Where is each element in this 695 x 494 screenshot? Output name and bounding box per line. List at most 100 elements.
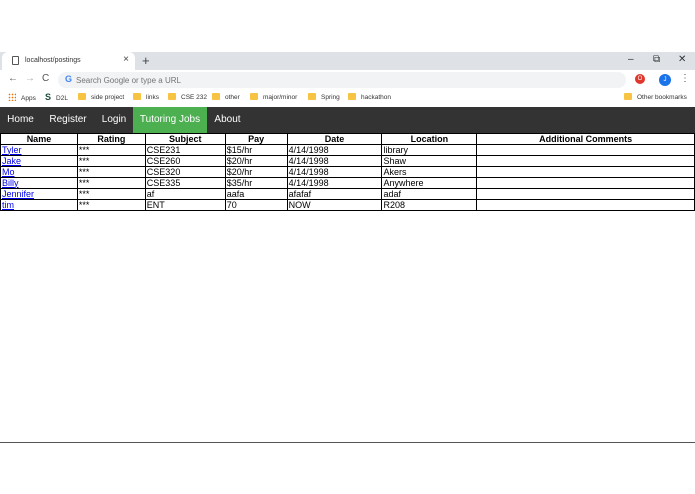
cell-name: Billy — [0, 177, 78, 189]
cell-rating: *** — [76, 144, 146, 156]
bookmark-folder[interactable]: Spring — [308, 93, 340, 101]
cell-pay: $35/hr — [224, 177, 288, 189]
cell-name: Jake — [0, 155, 78, 167]
cell-pay: $20/hr — [224, 166, 288, 178]
header-rating: Rating — [76, 133, 146, 145]
cell-location: adaf — [381, 188, 478, 200]
bookmark-folder[interactable]: other — [212, 93, 240, 101]
bookmark-apps[interactable]: Apps — [8, 93, 36, 102]
browser-toolbar: ← → C G — [0, 70, 695, 90]
tab-strip: localhost/postings × + – ⧉ ✕ — [0, 52, 695, 70]
opera-icon[interactable]: O — [635, 74, 645, 84]
tutor-name-link[interactable]: Tyler — [2, 145, 22, 155]
bookmark-folder[interactable]: side project — [78, 93, 124, 101]
tutor-name-link[interactable]: Mo — [2, 167, 15, 177]
bookmark-folder[interactable]: CSE 232 — [168, 93, 207, 101]
tutor-name-link[interactable]: Jake — [2, 156, 21, 166]
nav-register[interactable]: Register — [41, 107, 95, 133]
avatar[interactable]: J — [659, 74, 671, 86]
cell-pay: $20/hr — [224, 155, 288, 167]
bottom-divider — [0, 442, 695, 443]
d2l-icon: S — [45, 92, 52, 102]
header-subject: Subject — [144, 133, 226, 145]
table-row: Jennifer *** af aafa afafaf adaf — [0, 188, 695, 200]
new-tab-button[interactable]: + — [142, 52, 150, 70]
header-location: Location — [381, 133, 478, 145]
cell-location: R208 — [381, 199, 478, 211]
forward-arrow-icon[interactable]: → — [25, 73, 35, 84]
cell-rating: *** — [76, 188, 146, 200]
tutor-name-link[interactable]: Jennifer — [2, 189, 34, 199]
bookmark-label: Spring — [321, 94, 340, 101]
nav-home[interactable]: Home — [0, 107, 41, 133]
header-name: Name — [0, 133, 78, 145]
header-date: Date — [286, 133, 383, 145]
bookmark-label: hackathon — [361, 94, 391, 101]
cell-name: Jennifer — [0, 188, 78, 200]
bookmark-label: links — [146, 94, 160, 101]
apps-grid-icon — [8, 93, 16, 101]
nav-tutoring-jobs[interactable]: Tutoring Jobs — [133, 107, 207, 133]
table-row: Tyler *** CSE231 $15/hr 4/14/1998 librar… — [0, 144, 695, 156]
cell-location: Shaw — [381, 155, 478, 167]
restore-icon[interactable]: ⧉ — [653, 52, 660, 68]
cell-subject: CSE231 — [144, 144, 226, 156]
header-additional-comments: Additional Comments — [476, 133, 695, 145]
folder-icon — [348, 93, 356, 100]
cell-comments — [476, 199, 695, 211]
cell-name: Tyler — [0, 144, 78, 156]
minimize-icon[interactable]: – — [628, 52, 634, 68]
table-row: Mo *** CSE320 $20/hr 4/14/1998 Akers — [0, 166, 695, 178]
cell-date: 4/14/1998 — [286, 166, 383, 178]
site-nav: Home Register Login Tutoring Jobs About — [0, 107, 695, 133]
close-window-icon[interactable]: ✕ — [678, 52, 686, 68]
menu-icon[interactable]: ⋮ — [680, 73, 690, 84]
back-arrow-icon[interactable]: ← — [8, 73, 18, 84]
bookmark-label: other — [225, 94, 240, 101]
nav-about[interactable]: About — [207, 107, 248, 133]
folder-icon — [78, 93, 86, 100]
cell-date: NOW — [286, 199, 383, 211]
bookmark-other[interactable]: Other bookmarks — [624, 93, 687, 101]
cell-location: Akers — [381, 166, 478, 178]
table-header-row: Name Rating Subject Pay Date Location Ad… — [0, 133, 695, 145]
bookmark-label: Apps — [21, 95, 36, 102]
header-pay: Pay — [224, 133, 288, 145]
tab-title: localhost/postings — [25, 57, 81, 64]
bookmark-folder[interactable]: hackathon — [348, 93, 391, 101]
cell-subject: af — [144, 188, 226, 200]
bookmark-d2l[interactable]: S D2L — [45, 92, 68, 102]
bookmark-folder[interactable]: major/minor — [250, 93, 297, 101]
cell-name: Mo — [0, 166, 78, 178]
reload-icon[interactable]: C — [42, 73, 49, 84]
address-bar[interactable]: G — [58, 72, 626, 88]
address-input[interactable] — [76, 74, 576, 86]
folder-icon — [250, 93, 258, 100]
tutor-name-link[interactable]: tim — [2, 200, 14, 210]
tutor-name-link[interactable]: Billy — [2, 178, 19, 188]
cell-subject: CSE320 — [144, 166, 226, 178]
tab-close-icon[interactable]: × — [123, 54, 129, 65]
bookmark-label: D2L — [56, 95, 68, 102]
cell-pay: $15/hr — [224, 144, 288, 156]
cell-comments — [476, 188, 695, 200]
folder-icon — [133, 93, 141, 100]
cell-subject: CSE335 — [144, 177, 226, 189]
cell-pay: 70 — [224, 199, 288, 211]
google-icon: G — [65, 74, 73, 84]
bookmark-folder[interactable]: links — [133, 93, 159, 101]
cell-name: tim — [0, 199, 78, 211]
cell-comments — [476, 177, 695, 189]
folder-icon — [168, 93, 176, 100]
nav-login[interactable]: Login — [95, 107, 133, 133]
table-row: tim *** ENT 70 NOW R208 — [0, 199, 695, 211]
cell-rating: *** — [76, 177, 146, 189]
bookmark-label: side project — [91, 94, 125, 101]
cell-date: afafaf — [286, 188, 383, 200]
cell-pay: aafa — [224, 188, 288, 200]
cell-subject: ENT — [144, 199, 226, 211]
postings-table: Name Rating Subject Pay Date Location Ad… — [0, 133, 695, 211]
cell-location: Anywhere — [381, 177, 478, 189]
browser-tab[interactable]: localhost/postings × — [2, 52, 135, 70]
cell-comments — [476, 166, 695, 178]
